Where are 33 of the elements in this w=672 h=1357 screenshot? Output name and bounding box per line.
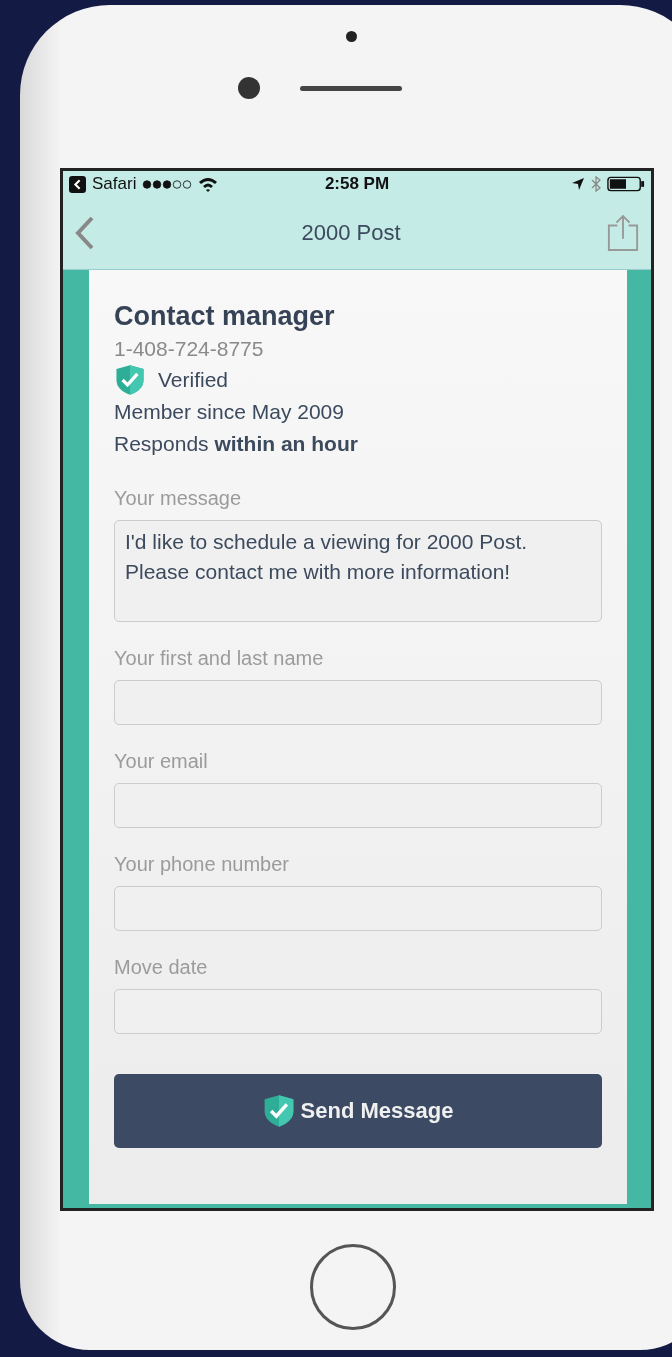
bluetooth-icon (591, 176, 601, 192)
input-field[interactable] (114, 783, 602, 828)
input-field[interactable] (114, 886, 602, 931)
share-icon[interactable] (607, 214, 639, 252)
speaker-icon (300, 85, 402, 91)
battery-icon (607, 176, 645, 192)
verified-shield-icon (262, 1094, 295, 1128)
back-chevron-icon[interactable] (75, 216, 95, 250)
home-button[interactable] (310, 1244, 396, 1330)
field-label: Your message (114, 486, 243, 511)
back-app-label[interactable]: Safari (92, 174, 137, 194)
input-field[interactable] (114, 680, 602, 725)
contact-title: Contact manager (114, 300, 336, 333)
nav-title: 2000 Post (301, 220, 401, 246)
signal-icon (142, 178, 193, 190)
status-time: 2:58 PM (324, 174, 390, 194)
field-label: Your phone number (114, 852, 290, 877)
message-field[interactable]: I'd like to schedule a viewing for 2000 Post. Please contact me with more information! (114, 520, 602, 622)
field-label: Your email (114, 749, 209, 774)
verified-label: Verified (158, 367, 229, 393)
back-app-icon[interactable] (69, 175, 86, 193)
send-message-button[interactable]: Send Message (114, 1074, 602, 1148)
wifi-icon (198, 176, 219, 192)
input-field[interactable] (114, 989, 602, 1034)
response-time: Responds within an hour (114, 431, 359, 457)
location-arrow-icon (571, 177, 585, 191)
field-label: Your first and last name (114, 646, 325, 671)
member-since: Member since May 2009 (114, 399, 345, 425)
verified-shield-icon (114, 364, 146, 396)
sensor-icon (346, 31, 357, 42)
phone-number: 1-408-724-8775 (114, 336, 265, 362)
camera-icon (238, 77, 260, 99)
field-label: Move date (114, 955, 209, 980)
